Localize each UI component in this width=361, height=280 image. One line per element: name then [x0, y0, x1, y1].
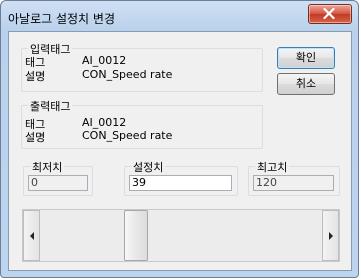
min-label: 최저치: [30, 159, 65, 175]
output-desc-label: 설명: [25, 131, 46, 144]
arrow-left-icon: [30, 232, 34, 240]
scroll-right-button[interactable]: [322, 210, 339, 261]
close-button[interactable]: [308, 4, 352, 24]
dialog-window: 아날로그 설정치 변경 입력태그 태그 AI_0012 설명 CON_Speed…: [0, 0, 359, 278]
min-value-field: 0: [28, 175, 88, 191]
dialog-body: 입력태그 태그 AI_0012 설명 CON_Speed rate 출력태그 태…: [8, 31, 352, 271]
max-label: 최고치: [255, 159, 290, 175]
max-value-field: 120: [253, 175, 334, 191]
output-tag-group: 출력태그: [21, 98, 263, 149]
output-tag-group-label: 출력태그: [28, 98, 73, 114]
scroll-left-button[interactable]: [23, 210, 40, 261]
ok-button[interactable]: 확인: [277, 47, 335, 69]
output-desc-value: CON_Speed rate: [82, 129, 173, 142]
setpoint-input[interactable]: 39: [129, 175, 232, 191]
setpoint-scrollbar[interactable]: [22, 209, 340, 262]
title-bar[interactable]: 아날로그 설정치 변경: [1, 1, 358, 31]
cancel-button[interactable]: 취소: [277, 73, 335, 95]
arrow-right-icon: [329, 232, 333, 240]
setpoint-label: 설정치: [131, 159, 166, 175]
input-desc-value: CON_Speed rate: [82, 68, 173, 81]
close-icon: [323, 8, 335, 19]
output-tag-value: AI_0012: [82, 116, 127, 129]
input-desc-label: 설명: [25, 70, 46, 83]
input-tag-value: AI_0012: [82, 54, 127, 67]
scroll-thumb[interactable]: [123, 210, 148, 261]
window-title: 아날로그 설정치 변경: [8, 12, 115, 26]
